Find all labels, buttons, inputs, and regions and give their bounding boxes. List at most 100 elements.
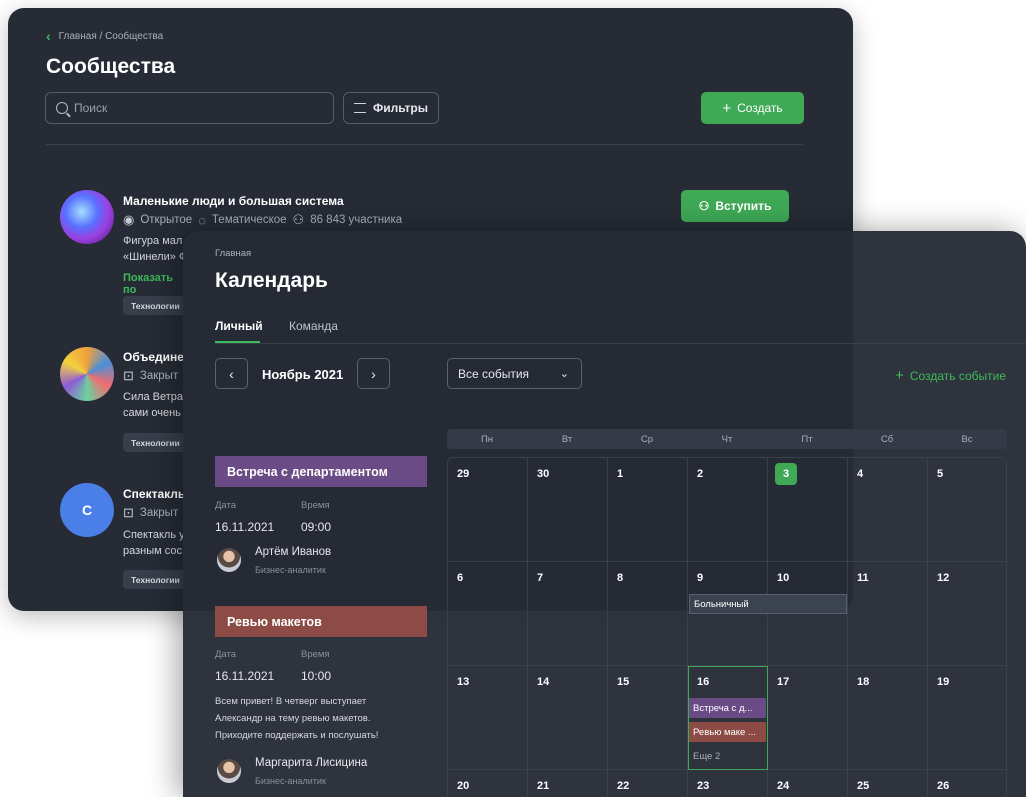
divider [215,343,1026,344]
weekday-wed: Ср [640,433,654,445]
calendar-day-cell[interactable]: 12 [928,562,1008,666]
join-label: Вступить [715,199,772,213]
person-role: Бизнес-аналитик [255,565,326,575]
event-title[interactable]: Ревью макетов [215,606,427,637]
community-tag[interactable]: Технологии [123,570,188,589]
filters-button[interactable]: Фильтры [343,92,439,124]
community-title[interactable]: Объедине [123,350,184,364]
divider [46,144,803,145]
calendar-day-cell[interactable]: 20 [448,770,528,797]
day-number: 29 [457,468,470,480]
calendar-day-cell[interactable]: 8 [608,562,688,666]
create-event-label: Создать событие [909,368,1006,383]
calendar-day-cell[interactable]: 11 [848,562,928,666]
tab-personal[interactable]: Личный [215,319,263,333]
day-number: 12 [937,572,950,584]
calendar-day-cell[interactable]: 22 [608,770,688,797]
community-meta: ⊡ Закрыт [123,368,178,384]
calendar-day-cell[interactable]: 13 [448,666,528,770]
calendar-day-cell[interactable]: 5 [928,458,1008,562]
community-tag[interactable]: Технологии [123,296,188,315]
calendar-day-cell[interactable]: 17 [768,666,848,770]
chevron-left-icon: ‹ [229,365,234,382]
day-number: 30 [537,468,550,480]
calendar-day-cell[interactable]: 2 [688,458,768,562]
calendar-day-cell[interactable]: 3 [768,458,848,562]
day-number: 22 [617,780,630,792]
day-number: 26 [937,780,950,792]
calendar-day-cell[interactable]: 29 [448,458,528,562]
person-name[interactable]: Артём Иванов [255,546,331,558]
community-desc: Спектакль у разным сос [123,529,185,557]
lock-icon: ⊡ [123,368,134,383]
community-category: Тематическое [211,214,287,226]
calendar-day-cell[interactable]: 4 [848,458,928,562]
calendar-day-cell[interactable]: 23 [688,770,768,797]
weekday-mon: Пн [480,433,494,445]
calendar-day-cell[interactable]: 19 [928,666,1008,770]
event-title[interactable]: Встреча с департаментом [215,456,427,487]
tab-team[interactable]: Команда [289,319,338,333]
calendar-day-cell[interactable]: 15 [608,666,688,770]
calendar-day-cell[interactable]: 1 [608,458,688,562]
calendar-day-cell[interactable]: 9 Больничный [688,562,847,666]
back-chevron-icon[interactable]: ‹ [46,28,51,44]
calendar-day-cell[interactable]: 25 [848,770,928,797]
community-desc: Сила Ветра сами очень [123,391,184,419]
calendar-day-cell[interactable]: 21 [528,770,608,797]
avatar [217,759,241,783]
weekday-sun: Вс [961,433,973,445]
time-label: Время [301,649,330,660]
date-label: Дата [215,500,237,511]
day-number: 4 [857,468,864,480]
create-button[interactable]: + Создать [701,92,804,124]
community-title[interactable]: Спектакль [123,487,185,501]
calendar-day-cell[interactable]: 30 [528,458,608,562]
day-number: 21 [537,780,550,792]
palette-icon: ◌ [198,212,206,228]
calendar-window: Главная Календарь Личный Команда ‹ Ноябр… [183,231,1026,797]
calendar-day-cell[interactable]: 18 [848,666,928,770]
weekday-tue: Вт [561,433,573,445]
breadcrumb-text[interactable]: Главная / Сообщества [59,31,164,42]
community-members: 86 843 участника [310,214,403,226]
search-input[interactable]: Поиск [45,92,334,124]
calendar-day-cell[interactable]: 14 [528,666,608,770]
community-avatar [60,190,114,244]
calendar-day-cell[interactable]: 7 [528,562,608,666]
day-number: 17 [777,676,790,688]
day-number: 16 [697,676,710,688]
calendar-day-cell[interactable]: 16 Встреча с д... Ревью маке ... Еще 2 [688,666,768,770]
calendar-day-cell[interactable]: 24 [768,770,848,797]
community-desc: Фигура мал «Шинели» Ф [123,235,188,263]
events-filter-select[interactable]: Все события ⌄ [447,358,582,389]
more-events-link[interactable]: Еще 2 [689,746,766,766]
event-time: 10:00 [301,669,332,683]
event-date: 16.11.2021 [215,669,275,683]
avatar [217,548,241,572]
calendar-day-cell[interactable]: 10 [768,562,848,666]
day-number: 19 [937,676,950,688]
day-number: 7 [537,572,544,584]
day-number: 25 [857,780,870,792]
breadcrumb: ‹ Главная / Сообщества [46,28,163,44]
day-number: 11 [857,572,869,584]
chevron-right-icon: › [371,365,376,382]
calendar-day-cell[interactable]: 26 [928,770,1008,797]
lock-icon: ⊡ [123,505,134,520]
breadcrumb[interactable]: Главная [215,248,251,259]
users-icon: ⚇ [292,212,305,227]
filters-label: Фильтры [372,101,429,115]
calendar-day-cell[interactable]: 6 [448,562,528,666]
event-chip-meeting[interactable]: Встреча с д... [689,698,766,718]
event-chip-review[interactable]: Ревью маке ... [689,722,766,742]
prev-month-button[interactable]: ‹ [215,358,248,389]
show-more-link[interactable]: Показать по [123,272,173,296]
person-name[interactable]: Маргарита Лисицина [255,757,367,769]
create-event-button[interactable]: + Создать событие [895,367,1006,384]
community-tag[interactable]: Технологии [123,433,188,452]
plus-icon: + [895,367,904,384]
next-month-button[interactable]: › [357,358,390,389]
community-title[interactable]: Маленькие люди и большая система [123,194,344,208]
join-button[interactable]: ⚇ Вступить [681,190,789,222]
